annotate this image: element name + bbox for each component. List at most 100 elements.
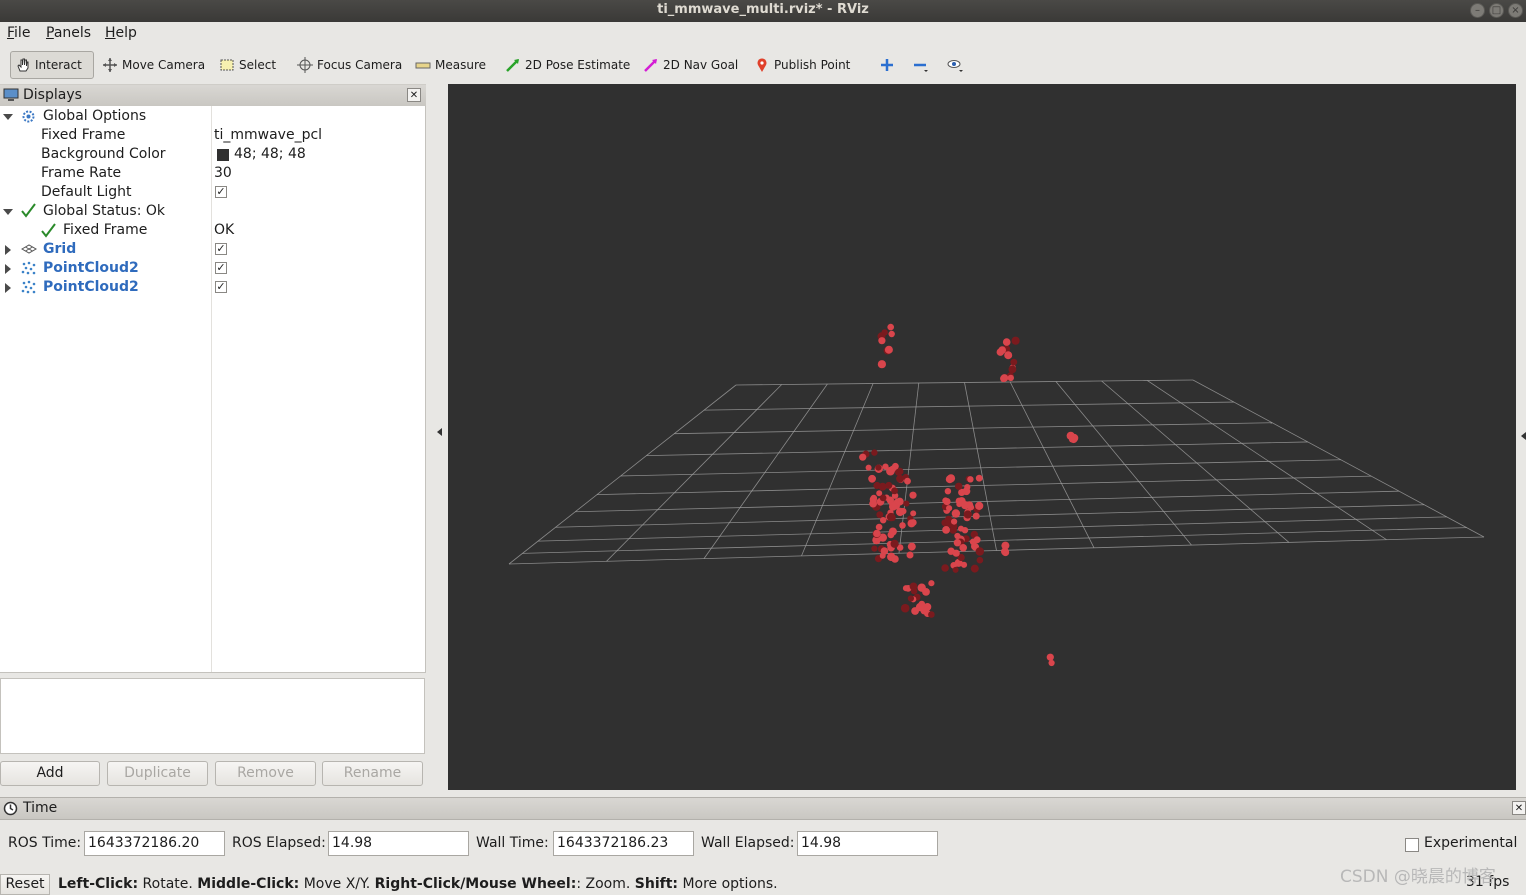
hint-left-click-text: Rotate. <box>142 876 193 892</box>
pointcloud2-checkbox[interactable]: ✓ <box>215 281 227 293</box>
collapse-left-icon[interactable] <box>426 84 448 790</box>
frame-rate-value[interactable]: 30 <box>214 164 232 183</box>
default-light-checkbox[interactable]: ✓ <box>215 186 227 198</box>
point-cloud-point <box>951 518 958 525</box>
displays-tree: Global Options Fixed Frame ti_mmwave_pcl… <box>0 106 426 673</box>
point-cloud-point <box>1002 338 1011 346</box>
ros-time-field[interactable]: 1643372186.20 <box>84 831 225 856</box>
point-cloud-point <box>967 476 974 483</box>
grid-checkbox[interactable]: ✓ <box>215 243 227 255</box>
reset-button[interactable]: Reset <box>0 874 50 895</box>
panel-splitter[interactable] <box>426 84 448 790</box>
view-tool-button[interactable] <box>942 51 970 79</box>
time-title: Time <box>23 800 58 816</box>
select-tool[interactable]: Select <box>215 51 280 79</box>
add-tool-button[interactable] <box>875 51 903 79</box>
maximize-icon[interactable]: □ <box>1489 3 1504 18</box>
menu-help[interactable]: Help <box>105 25 137 41</box>
eye-icon <box>946 57 963 73</box>
tree-row-global-status[interactable]: Global Status: Ok <box>0 202 425 221</box>
expand-arrow-icon[interactable] <box>3 114 13 120</box>
interact-tool[interactable]: Interact <box>10 51 94 79</box>
point-cloud-point <box>1000 374 1009 382</box>
point-cloud-point <box>886 512 896 522</box>
menu-bar: File Panels Help <box>0 22 1526 46</box>
add-button[interactable]: Add <box>0 761 100 786</box>
collapse-arrow-icon[interactable] <box>5 264 11 274</box>
wall-time-label: Wall Time: <box>476 835 549 851</box>
point-cloud-point <box>970 564 979 573</box>
focus-crosshair-icon <box>297 57 313 73</box>
grid-line <box>1192 379 1485 538</box>
point-cloud-point <box>976 556 984 564</box>
menu-panels[interactable]: Panels <box>46 25 91 41</box>
pointcloud2-checkbox[interactable]: ✓ <box>215 262 227 274</box>
point-cloud-point <box>928 580 935 587</box>
point-cloud-point <box>903 500 910 507</box>
wall-time-field[interactable]: 1643372186.23 <box>553 831 694 856</box>
focus-camera-tool[interactable]: Focus Camera <box>293 51 406 79</box>
collapse-arrow-icon[interactable] <box>5 245 11 255</box>
column-divider <box>211 106 212 672</box>
point-cloud-point <box>952 566 959 573</box>
pointcloud2-label: PointCloud2 <box>43 260 139 276</box>
hint-left-click-key: Left-Click: <box>58 876 139 892</box>
3d-render-viewport[interactable] <box>448 84 1516 790</box>
pose-estimate-label: 2D Pose Estimate <box>525 58 631 72</box>
global-status-label: Global Status: Ok <box>43 203 166 219</box>
color-swatch[interactable] <box>217 149 229 161</box>
fixed-frame-value[interactable]: ti_mmwave_pcl <box>214 126 322 145</box>
hand-icon <box>15 57 31 73</box>
grid-label: Grid <box>43 241 77 257</box>
close-icon[interactable]: × <box>1508 3 1523 18</box>
move-arrows-icon <box>102 57 118 73</box>
bg-color-value[interactable]: 48; 48; 48 <box>234 145 306 164</box>
scene-canvas[interactable] <box>448 84 1516 790</box>
frame-rate-label: Frame Rate <box>41 165 122 181</box>
expand-arrow-icon[interactable] <box>3 209 13 215</box>
nav-goal-tool[interactable]: 2D Nav Goal <box>639 51 742 79</box>
point-cloud-point <box>959 544 967 552</box>
displays-title: Displays <box>23 87 82 103</box>
pose-estimate-tool[interactable]: 2D Pose Estimate <box>501 51 634 79</box>
point-cloud-point <box>969 538 977 546</box>
point-cloud-point <box>953 539 962 547</box>
point-cloud-point <box>975 501 984 510</box>
point-cloud-point <box>1046 653 1054 661</box>
tree-row-pointcloud2[interactable]: PointCloud2 <box>0 278 210 297</box>
remove-button[interactable]: Remove <box>215 761 316 786</box>
hint-shift-key: Shift: <box>634 876 678 892</box>
publish-point-tool[interactable]: Publish Point <box>750 51 854 79</box>
right-collapse-bar[interactable] <box>1516 84 1526 790</box>
tree-row-pointcloud2[interactable]: PointCloud2 <box>0 259 210 278</box>
remove-tool-button[interactable] <box>908 51 936 79</box>
collapse-arrow-icon[interactable] <box>5 283 11 293</box>
wall-elapsed-field[interactable]: 14.98 <box>797 831 938 856</box>
window-title: ti_mmwave_multi.rviz* - RViz <box>657 2 869 17</box>
point-cloud-point <box>907 595 914 602</box>
point-cloud-point <box>963 510 972 519</box>
move-camera-tool[interactable]: Move Camera <box>98 51 209 79</box>
point-cloud-point <box>1011 336 1020 345</box>
point-cloud-point <box>1007 374 1014 382</box>
tree-row-global-options[interactable]: Global Options <box>0 107 425 126</box>
point-cloud-point <box>943 498 951 506</box>
ros-elapsed-field[interactable]: 14.98 <box>328 831 469 856</box>
point-cloud-point <box>888 330 895 338</box>
rename-button[interactable]: Rename <box>322 761 423 786</box>
minimize-icon[interactable]: – <box>1470 3 1485 18</box>
measure-tool[interactable]: Measure <box>411 51 490 79</box>
time-close-icon[interactable]: ✕ <box>1512 801 1526 815</box>
collapse-right-icon[interactable] <box>1516 84 1526 790</box>
point-cloud-point <box>911 607 919 615</box>
point-cloud-point <box>904 477 911 485</box>
time-panel-header: Time ✕ <box>0 797 1526 820</box>
hint-middle-click-key: Middle-Click: <box>197 876 300 892</box>
ruler-icon <box>415 57 431 73</box>
tree-row-grid[interactable]: Grid <box>0 240 210 259</box>
menu-file[interactable]: File <box>7 25 30 41</box>
experimental-checkbox[interactable] <box>1405 838 1419 852</box>
displays-close-icon[interactable]: ✕ <box>407 88 421 102</box>
point-cloud-point <box>885 481 893 489</box>
duplicate-button[interactable]: Duplicate <box>107 761 208 786</box>
